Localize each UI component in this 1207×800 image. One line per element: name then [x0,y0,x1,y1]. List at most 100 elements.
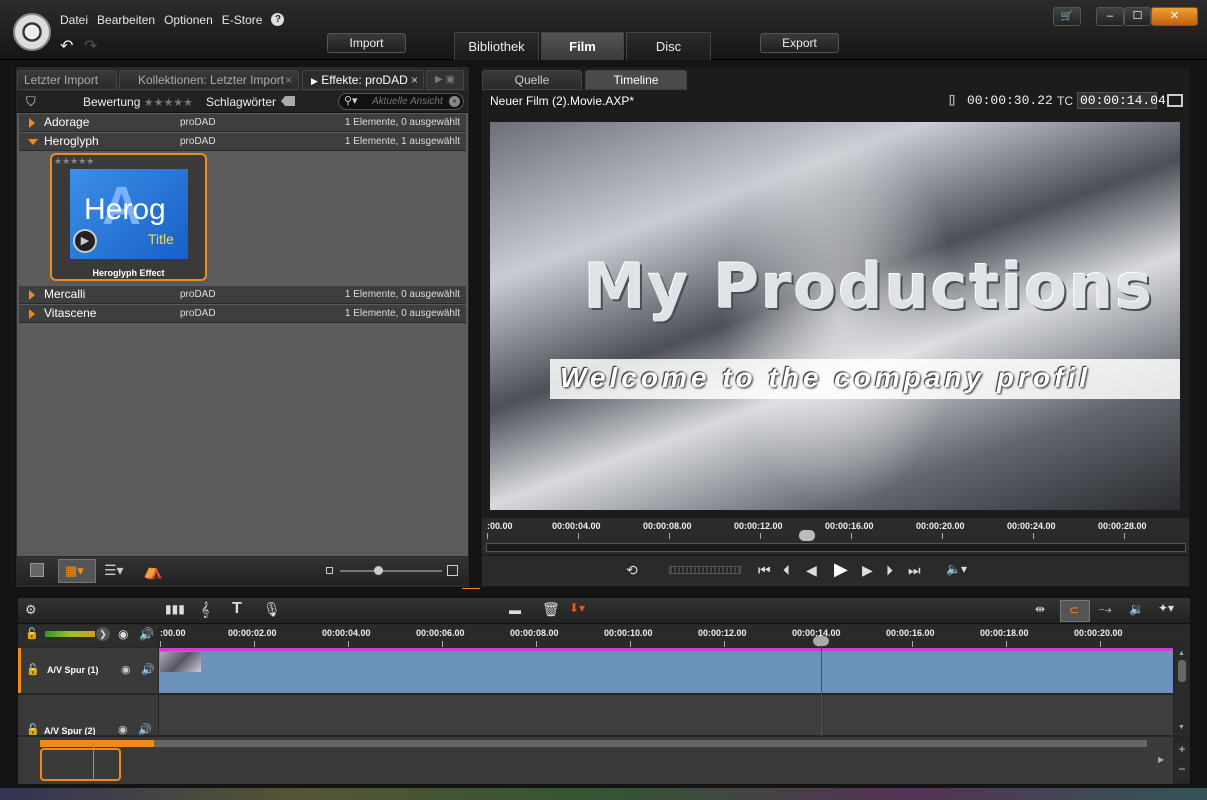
lock-all-icon[interactable]: 🔓 [25,627,39,640]
timecode-field[interactable]: 00:00:14.04 [1077,92,1166,109]
category-row-vitascene[interactable]: Vitascene proDAD 1 Elemente, 0 ausgewähl… [19,305,466,323]
timeline-playhead-handle[interactable] [813,636,829,646]
tab-letzter-import[interactable]: Letzter Import [17,70,117,90]
go-to-end-icon[interactable]: ⏭ [908,562,921,579]
close-tab-icon[interactable]: × [411,71,418,89]
import-button[interactable]: Import [327,33,406,53]
tab-scroll-icon[interactable]: ▶ ▣ [426,70,464,90]
zoom-slider[interactable] [340,570,442,572]
play-icon[interactable]: ▶ [73,229,97,253]
close-button[interactable]: ✕ [1151,7,1198,26]
help-icon[interactable]: ? [271,13,285,26]
loop-icon[interactable]: ⟲ [626,562,638,579]
music-icon[interactable]: 𝄞 [201,601,209,618]
track-header-av2[interactable]: 🔓 A/V Spur (2) ◉ 🔊 [18,695,158,735]
maximize-button[interactable]: ☐ [1124,7,1151,26]
category-row-adorage[interactable]: Adorage proDAD 1 Elemente, 0 ausgewählt [19,114,466,132]
collection-icon[interactable]: ⛺ [143,561,163,581]
effect-thumbnail[interactable]: ★★★★★ A Herog Title ▶ Heroglyph Effect [50,153,207,281]
speaker-all-icon[interactable]: 🔊 [139,627,154,641]
scroll-down-icon[interactable]: ▼ [1178,724,1185,731]
category-row-mercalli[interactable]: Mercalli proDAD 1 Elemente, 0 ausgewählt [19,286,466,304]
previous-frame-icon[interactable]: ⏴ [783,562,790,579]
expand-icon[interactable] [29,309,35,319]
export-button[interactable]: Export [760,33,839,53]
scroll-up-icon[interactable]: ▲ [1178,650,1185,657]
timeline-ruler[interactable] [159,625,1189,647]
search-box[interactable]: ⚲▾ Aktuelle Ansicht × [338,93,464,110]
timeline-settings-icon[interactable]: ⚙ [25,602,37,618]
fullscreen-icon[interactable] [1167,94,1183,107]
track-header-av1[interactable]: 🔓 A/V Spur (1) ◉ 🔊 [18,648,158,693]
tab-film[interactable]: Film [541,32,624,60]
grid-view-button[interactable]: ▦▾ [58,559,96,583]
preview-scrubber-track[interactable] [486,543,1186,552]
tab-timeline[interactable]: Timeline [585,70,687,90]
cart-button[interactable]: 🛒 [1053,7,1081,26]
jog-shuttle[interactable] [669,566,741,574]
track-lock-icon[interactable]: 🔓 [26,663,40,676]
vscroll-thumb[interactable] [1178,660,1186,682]
keyframe-icon[interactable]: ⤍ [1099,602,1111,617]
minimize-button[interactable]: – [1096,7,1124,26]
preview-scrubber-handle[interactable] [799,530,815,541]
tab-quelle[interactable]: Quelle [482,70,582,90]
fit-icon[interactable]: ⇹ [1035,602,1045,616]
magnet-button[interactable]: ⊂ [1060,600,1090,622]
tab-bibliothek[interactable]: Bibliothek [454,32,539,60]
timeline-vscroll[interactable]: ▲ ▼ [1175,648,1189,736]
zoom-max-icon[interactable] [447,565,458,576]
razor-icon[interactable]: ▬ [509,603,521,617]
category-row-heroglyph[interactable]: Heroglyph proDAD 1 Elemente, 1 ausgewähl… [19,133,466,151]
expand-icon[interactable] [29,290,35,300]
expand-icon[interactable] [29,118,35,128]
thumb-rating-stars[interactable]: ★★★★★ [54,156,94,167]
next-frame-icon[interactable]: ⏵ [886,562,893,579]
step-back-icon[interactable]: ◀ [806,562,817,579]
zoom-out-button[interactable]: − [1175,762,1189,780]
navigator-viewport[interactable] [40,748,121,781]
eye-all-icon[interactable]: ◉ [118,627,128,641]
track-lane-av2[interactable] [159,695,1173,735]
step-forward-icon[interactable]: ▶ [862,562,873,579]
tab-effekte-prodad[interactable]: ▶ Effekte: proDAD × [302,70,424,90]
track-lock-icon[interactable]: 🔓 [26,723,40,735]
tab-kollektionen[interactable]: Kollektionen: Letzter Import × [119,70,299,90]
title-text-icon[interactable]: T [232,600,242,618]
zoom-slider-knob[interactable] [374,566,383,575]
audio-mixer-icon[interactable]: ▮▮▮ [165,602,185,616]
zoom-min-icon[interactable] [326,567,333,574]
zoom-in-button[interactable]: + [1175,742,1189,760]
volume-icon[interactable]: 🔈▾ [946,562,967,576]
timeline-playhead[interactable] [821,646,822,736]
keywords-label[interactable]: Schlagwörter [206,95,276,109]
marker-icon[interactable]: ⬇▾ [569,601,585,615]
menu-datei[interactable]: Datei [60,13,88,27]
menu-bearbeiten[interactable]: Bearbeiten [97,13,155,27]
delete-icon[interactable]: 🗑 [542,601,560,618]
list-view-icon[interactable]: ☰▾ [104,562,124,579]
rating-stars[interactable]: ★★★★★ [144,97,193,109]
search-clear-icon[interactable]: × [449,96,460,107]
effects-icon[interactable]: ✦▾ [1158,601,1174,615]
menu-optionen[interactable]: Optionen [164,13,213,27]
clip-thumbnail[interactable] [160,652,201,672]
menu-estore[interactable]: E-Store [222,13,263,27]
track-eye-icon[interactable]: ◉ [121,663,131,676]
track-lane-av1[interactable] [159,648,1173,693]
redo-icon[interactable]: ↷ [84,36,97,56]
go-to-start-icon[interactable]: ⏮ [758,562,771,579]
panel-splitter[interactable] [462,588,480,591]
track-speaker-icon[interactable]: 🔊 [141,663,155,676]
navigator-scroll-right-icon[interactable]: ▶ [1158,755,1164,764]
collapse-icon[interactable] [28,139,38,145]
tab-disc[interactable]: Disc [626,32,711,60]
stack-icon[interactable] [30,563,44,577]
track-eye-icon[interactable]: ◉ [118,723,128,735]
undo-icon[interactable]: ↶ [60,36,73,56]
close-tab-icon[interactable]: × [285,71,292,89]
voiceover-mic-icon[interactable]: 🎙 [263,601,281,618]
track-speaker-icon[interactable]: 🔊 [138,723,152,735]
expand-tracks-icon[interactable]: ❯ [96,627,110,641]
audio-scrub-icon[interactable]: 🔉 [1129,602,1144,616]
